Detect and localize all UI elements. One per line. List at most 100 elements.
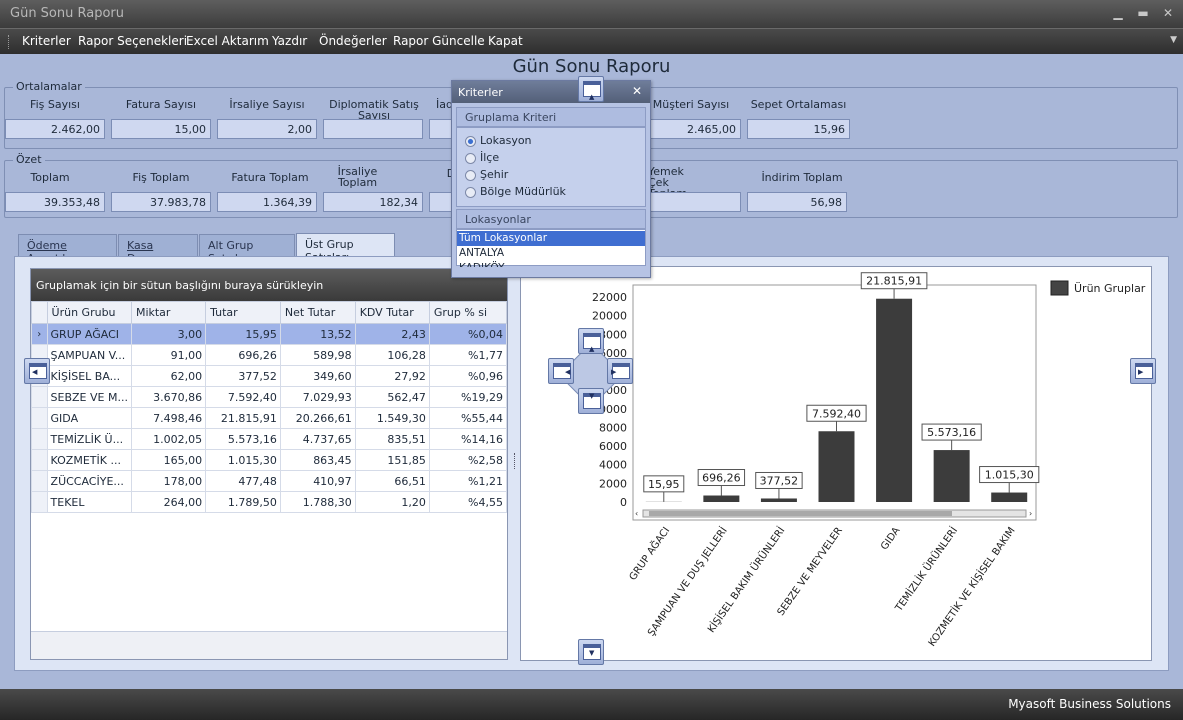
menu-yazdir[interactable]: Yazdır (272, 34, 307, 48)
table-cell[interactable]: 562,47 (354, 386, 430, 408)
row-indicator[interactable] (31, 470, 48, 492)
table-cell[interactable]: %0,96 (428, 365, 508, 387)
toolbar-grip[interactable] (8, 35, 11, 49)
table-cell[interactable]: 696,26 (205, 344, 281, 366)
table-cell[interactable]: 20.266,61 (279, 407, 356, 429)
table-cell[interactable]: 349,60 (279, 365, 356, 387)
tab-kasa-durumu[interactable]: Kasa Durumu (118, 234, 198, 265)
fatura-sayisi-field[interactable]: 15,00 (111, 119, 211, 139)
radio-sehir[interactable]: Şehir (465, 168, 508, 184)
splitter[interactable] (512, 258, 518, 666)
table-row[interactable]: KİŞİSEL BA... 62,00 377,52 349,60 27,92 %0,96 (31, 365, 508, 387)
table-cell[interactable]: 3.670,86 (130, 386, 207, 408)
row-indicator[interactable] (31, 449, 48, 471)
row-indicator[interactable] (31, 407, 48, 429)
column-header-miktar[interactable]: Miktar (130, 301, 207, 324)
row-indicator[interactable] (31, 491, 48, 513)
table-cell[interactable]: 13,52 (279, 323, 356, 345)
list-item-antalya[interactable]: ANTALYA (457, 246, 645, 261)
table-cell[interactable]: %1,77 (428, 344, 508, 366)
table-cell[interactable]: 589,98 (279, 344, 356, 366)
tab-ust-grup-satislari[interactable]: Üst Grup Satışları (296, 233, 395, 264)
group-panel[interactable]: Gruplamak için bir sütun başlığını buray… (31, 269, 507, 301)
column-header-kdv-tutar[interactable]: KDV Tutar (354, 301, 430, 324)
chart-bar[interactable] (876, 298, 913, 502)
table-cell[interactable]: GIDA (46, 407, 132, 429)
table-cell[interactable]: TEMİZLİK Ü... (46, 428, 132, 450)
table-cell[interactable]: KOZMETİK ... (46, 449, 132, 471)
table-cell[interactable]: 1.015,30 (205, 449, 281, 471)
column-header-urun-grubu[interactable]: Ürün Grubu (46, 301, 132, 324)
row-indicator[interactable] (31, 428, 48, 450)
table-cell[interactable]: 21.815,91 (205, 407, 281, 429)
table-cell[interactable]: 410,97 (279, 470, 356, 492)
close-icon[interactable]: ✕ (632, 84, 642, 98)
irsaliye-sayisi-field[interactable]: 2,00 (217, 119, 317, 139)
table-row[interactable]: ŞAMPUAN V... 91,00 696,26 589,98 106,28 %1,77 (31, 344, 508, 366)
kriterler-title-bar[interactable]: Kriterler (452, 81, 650, 103)
table-row[interactable]: SEBZE VE M... 3.670,86 7.592,40 7.029,93 562… (31, 386, 508, 408)
toplam-field[interactable]: 39.353,48 (5, 192, 105, 212)
irsaliye-toplam-field[interactable]: 182,34 (323, 192, 423, 212)
menu-ondegerler[interactable]: Öndeğerler (319, 34, 387, 48)
table-cell[interactable]: 863,45 (279, 449, 356, 471)
yemek-cek-toplam-field[interactable] (641, 192, 741, 212)
chart-bar[interactable] (760, 498, 797, 502)
table-cell[interactable]: 835,51 (354, 428, 430, 450)
table-cell[interactable]: 66,51 (354, 470, 430, 492)
table-cell[interactable]: 1.788,30 (279, 491, 356, 513)
table-cell[interactable]: %0,04 (428, 323, 508, 345)
table-row[interactable]: › GRUP AĞACI 3,00 15,95 13,52 2,43 %0,04 (31, 323, 508, 345)
table-cell[interactable]: 1.549,30 (354, 407, 430, 429)
tab-odeme-ayrintilari[interactable]: Ödeme Ayrıntıları (18, 234, 117, 265)
table-cell[interactable]: 7.029,93 (279, 386, 356, 408)
table-cell[interactable]: 1,20 (354, 491, 430, 513)
table-cell[interactable]: 151,85 (354, 449, 430, 471)
table-cell[interactable]: 2,43 (354, 323, 430, 345)
dock-top-icon[interactable]: ▲ (578, 76, 604, 102)
table-cell[interactable]: KİŞİSEL BA... (46, 365, 132, 387)
dock-center-left-icon[interactable]: ◀ (548, 358, 574, 384)
row-indicator-icon[interactable]: › (31, 323, 48, 345)
list-item-tum-lokasyonlar[interactable]: Tüm Lokasyonlar (457, 231, 645, 246)
diplomatik-satis-sayisi-field[interactable] (323, 119, 423, 139)
fatura-toplam-field[interactable]: 1.364,39 (217, 192, 317, 212)
maximize-icon[interactable]: ▬ (1133, 6, 1153, 20)
list-item-kadikoy[interactable]: KADIKÖY (457, 261, 645, 267)
indirim-toplam-field[interactable]: 56,98 (747, 192, 847, 212)
table-cell[interactable]: 27,92 (354, 365, 430, 387)
row-indicator[interactable] (31, 386, 48, 408)
table-cell[interactable]: 91,00 (130, 344, 207, 366)
menu-kapat[interactable]: Kapat (488, 34, 523, 48)
minimize-icon[interactable]: ▁ (1108, 6, 1128, 20)
table-cell[interactable]: 62,00 (130, 365, 207, 387)
dock-center-top-icon[interactable]: ▲ (578, 328, 604, 354)
radio-bolge-mudurluk[interactable]: Bölge Müdürlük (465, 185, 566, 201)
dock-left-icon[interactable]: ◀ (24, 358, 50, 384)
chevron-right-icon[interactable]: › (1029, 509, 1032, 518)
table-cell[interactable]: %2,58 (428, 449, 508, 471)
chevron-down-icon[interactable]: ▼ (1170, 35, 1177, 45)
fis-toplam-field[interactable]: 37.983,78 (111, 192, 211, 212)
table-cell[interactable]: 165,00 (130, 449, 207, 471)
dock-right-icon[interactable]: ▶ (1130, 358, 1156, 384)
table-cell[interactable]: 106,28 (354, 344, 430, 366)
chart-scrollbar-thumb[interactable] (649, 511, 952, 516)
chart-bar[interactable] (703, 495, 740, 502)
menu-kriterler[interactable]: Kriterler (22, 34, 71, 48)
fis-sayisi-field[interactable]: 2.462,00 (5, 119, 105, 139)
column-header-net-tutar[interactable]: Net Tutar (279, 301, 356, 324)
table-cell[interactable]: ZÜCCACİYE... (46, 470, 132, 492)
menu-excel-aktarim[interactable]: Excel Aktarım (186, 34, 269, 48)
table-row[interactable]: ZÜCCACİYE... 178,00 477,48 410,97 66,51 %1,21 (31, 470, 508, 492)
column-header-grup-yuzde[interactable]: Grup % si (428, 301, 508, 324)
table-cell[interactable]: 178,00 (130, 470, 207, 492)
table-cell[interactable]: 477,48 (205, 470, 281, 492)
tab-alt-grup-satislari[interactable]: Alt Grup Satışları (199, 234, 295, 265)
radio-ilce[interactable]: İlçe (465, 151, 499, 167)
chart-bar[interactable] (933, 450, 970, 502)
table-cell[interactable]: 264,00 (130, 491, 207, 513)
table-cell[interactable]: 3,00 (130, 323, 207, 345)
table-cell[interactable]: %4,55 (428, 491, 508, 513)
table-cell[interactable]: SEBZE VE M... (46, 386, 132, 408)
